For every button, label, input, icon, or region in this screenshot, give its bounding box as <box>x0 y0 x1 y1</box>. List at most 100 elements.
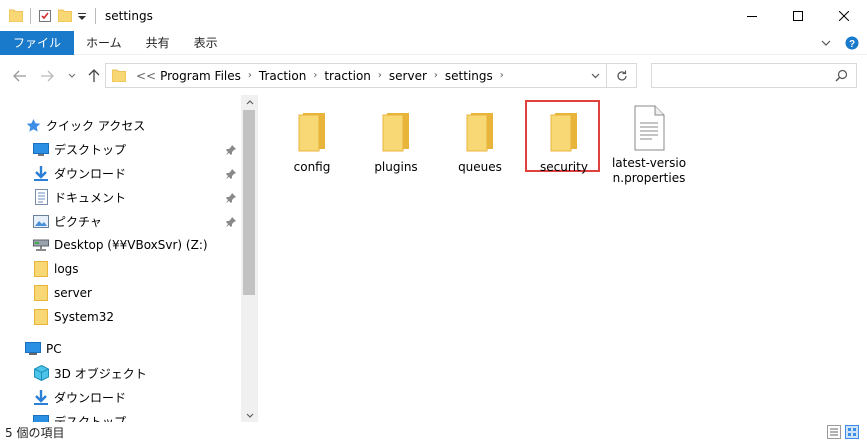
address-history-button[interactable] <box>584 64 606 87</box>
sidebar-item-server[interactable]: server <box>33 281 92 305</box>
3d-objects-icon <box>33 365 49 381</box>
customize-dropdown-icon[interactable] <box>76 10 88 22</box>
breadcrumb-item[interactable]: Program Files <box>158 69 243 83</box>
maximize-icon <box>793 10 803 21</box>
sidebar-item-quick-access[interactable]: クイック アクセス <box>25 113 145 137</box>
chevron-right-icon[interactable]: › <box>434 70 438 81</box>
file-item-latest-version-properties[interactable]: latest-version.properties <box>609 105 689 186</box>
chevron-right-icon[interactable]: › <box>313 70 317 81</box>
tab-view[interactable]: 表示 <box>182 31 230 55</box>
sidebar-item-label: ダウンロード <box>54 390 127 405</box>
search-input[interactable] <box>651 63 857 88</box>
chevron-up-icon <box>246 99 253 104</box>
picture-icon <box>33 213 49 229</box>
folder-icon <box>33 285 49 301</box>
pin-icon <box>226 217 236 227</box>
sidebar-item-pc-downloads[interactable]: ダウンロード <box>33 385 126 409</box>
forward-button[interactable] <box>38 67 56 85</box>
title-bar: settings <box>0 0 867 31</box>
nav-scrollbar[interactable] <box>241 95 258 422</box>
item-count: 5 個の項目 <box>5 426 65 440</box>
pc-icon <box>25 341 41 357</box>
network-drive-icon <box>33 237 49 253</box>
sidebar-item-pictures[interactable]: ピクチャ <box>33 209 102 233</box>
folder-icon <box>112 69 126 82</box>
sidebar-item-downloads[interactable]: ダウンロード <box>33 161 126 185</box>
sidebar-item-logs[interactable]: logs <box>33 257 79 281</box>
navigation-bar: << Program Files › Traction › traction ›… <box>0 55 867 95</box>
sidebar-item-label: logs <box>54 262 79 276</box>
document-icon <box>33 189 49 205</box>
chevron-down-icon <box>591 73 599 78</box>
properties-icon[interactable] <box>38 9 52 23</box>
navigation-pane: クイック アクセス デスクトップ ダウンロード ドキュメント ピクチャ Desk… <box>0 95 258 422</box>
sidebar-item-label: PC <box>46 342 62 356</box>
file-item-plugins[interactable]: plugins <box>356 109 436 175</box>
file-item-security[interactable]: security <box>524 109 604 175</box>
new-folder-icon[interactable] <box>58 9 72 22</box>
pin-icon <box>226 193 236 203</box>
large-icons-view-icon[interactable] <box>845 425 859 439</box>
tab-home[interactable]: ホーム <box>74 31 134 55</box>
chevron-down-icon <box>246 413 253 418</box>
breadcrumb-item[interactable]: Traction <box>257 69 308 83</box>
recent-locations-button[interactable] <box>63 67 81 85</box>
scroll-down-button[interactable] <box>241 408 258 422</box>
address-bar[interactable]: << Program Files › Traction › traction ›… <box>105 63 637 88</box>
download-icon <box>33 389 49 405</box>
sidebar-item-label: デスクトップ <box>54 142 127 157</box>
search-icon <box>835 69 848 82</box>
tab-file[interactable]: ファイル <box>0 30 75 55</box>
refresh-button[interactable] <box>606 64 636 87</box>
text-file-icon <box>632 105 666 151</box>
chevron-right-icon[interactable]: › <box>378 70 382 81</box>
file-item-queues[interactable]: queues <box>440 109 520 175</box>
sidebar-item-desktop[interactable]: デスクトップ <box>33 137 126 161</box>
sidebar-item-network-drive[interactable]: Desktop (¥¥VBoxSvr) (Z:) <box>33 233 208 257</box>
breadcrumb-item[interactable]: settings <box>443 69 495 83</box>
minimize-button[interactable] <box>729 0 775 31</box>
window-title: settings <box>105 8 153 23</box>
sidebar-item-system32[interactable]: System32 <box>33 305 114 329</box>
maximize-button[interactable] <box>775 0 821 31</box>
sidebar-item-label: server <box>54 286 92 300</box>
file-name: latest-version.properties <box>611 156 687 185</box>
sidebar-item-3d-objects[interactable]: 3D オブジェクト <box>33 361 147 385</box>
back-button[interactable] <box>11 67 29 85</box>
desktop-icon <box>33 413 49 422</box>
scroll-up-button[interactable] <box>241 95 258 109</box>
chevron-right-icon[interactable]: › <box>500 70 504 81</box>
file-name: plugins <box>374 160 418 174</box>
star-icon <box>25 117 41 133</box>
sidebar-item-label: 3D オブジェクト <box>54 366 147 381</box>
up-button[interactable] <box>85 67 103 85</box>
expand-ribbon-icon[interactable] <box>821 39 831 47</box>
sidebar-item-label: クイック アクセス <box>46 118 146 133</box>
sidebar-item-pc[interactable]: PC <box>25 337 62 361</box>
sidebar-item-pc-desktop[interactable]: デスクトップ <box>33 409 126 422</box>
breadcrumb-item[interactable]: server <box>387 69 429 83</box>
close-button[interactable] <box>821 0 867 31</box>
arrow-up-icon <box>88 69 100 82</box>
folder-icon <box>33 261 49 277</box>
help-icon[interactable]: ? <box>845 36 859 50</box>
arrow-right-icon <box>41 70 54 82</box>
sidebar-item-documents[interactable]: ドキュメント <box>33 185 126 209</box>
sidebar-item-label: ピクチャ <box>54 214 102 229</box>
scroll-thumb[interactable] <box>243 110 255 295</box>
chevron-right-icon[interactable]: › <box>248 70 252 81</box>
close-icon <box>839 10 849 21</box>
sidebar-item-label: ダウンロード <box>54 166 127 181</box>
file-name: security <box>540 160 588 174</box>
tab-share[interactable]: 共有 <box>134 31 182 55</box>
divider <box>95 7 96 24</box>
divider <box>30 7 31 24</box>
file-item-config[interactable]: config <box>272 109 352 175</box>
breadcrumb-item[interactable]: traction <box>322 69 373 83</box>
download-icon <box>33 165 49 181</box>
file-list: config plugins queues security latest-ve… <box>258 95 867 422</box>
details-view-icon[interactable] <box>827 425 841 439</box>
ribbon: ファイル ホーム 共有 表示 ? <box>0 30 867 55</box>
desktop-icon <box>33 141 49 157</box>
breadcrumb-overflow[interactable]: << <box>134 69 158 83</box>
